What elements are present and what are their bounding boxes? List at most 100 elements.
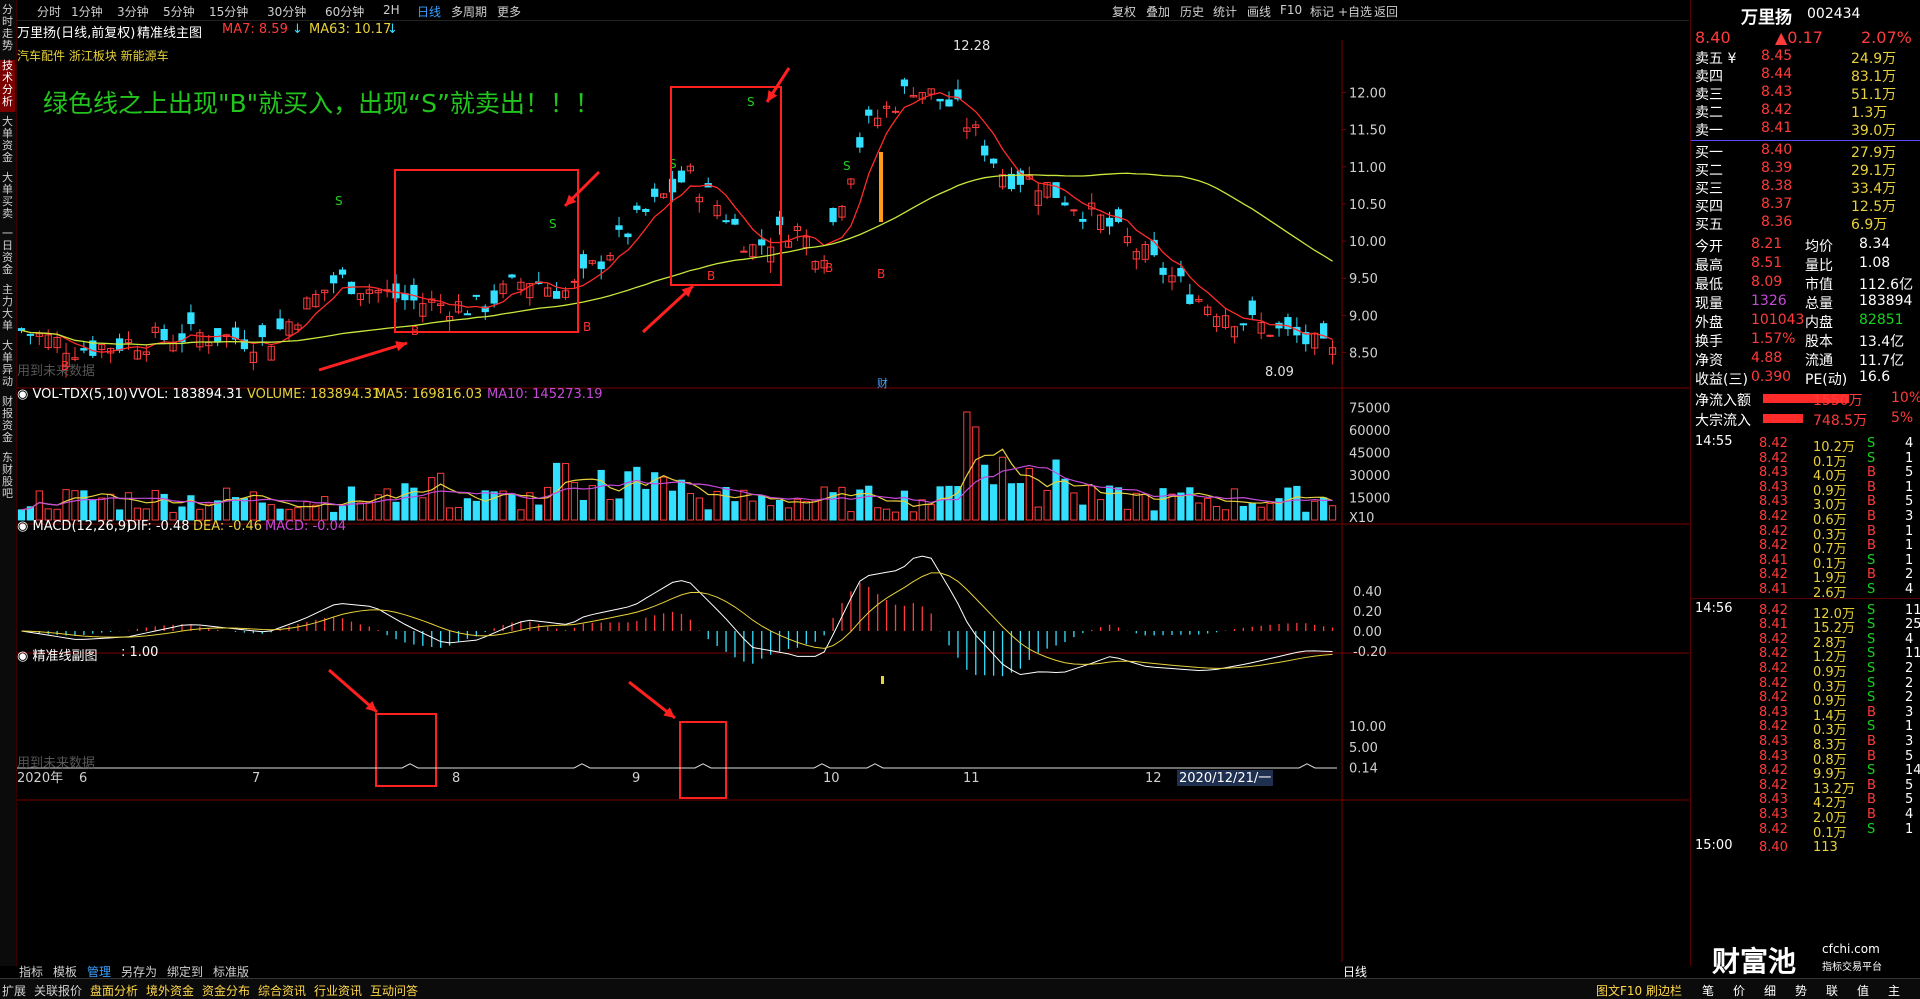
bottom-link-3[interactable]: 境外资金 xyxy=(146,982,194,999)
tool-3[interactable]: 统计 xyxy=(1213,3,1237,20)
tick-price: 8.42 xyxy=(1759,602,1788,618)
sell-level-3: 卖二 8.42 1.3万 xyxy=(1695,102,1917,121)
left-tab-0[interactable]: 分时走势 xyxy=(0,4,15,56)
tick-side: B xyxy=(1867,479,1876,495)
quote-mini-tab-5[interactable]: 值 xyxy=(1857,982,1869,999)
price-high-label: 12.28 xyxy=(953,40,990,54)
quote-mini-tab-3[interactable]: 势 xyxy=(1795,982,1807,999)
period-7[interactable]: 2H xyxy=(383,3,400,17)
quote-mini-tab-0[interactable]: 笔 xyxy=(1702,982,1714,999)
stat-label-2: 均价 xyxy=(1805,239,1833,255)
tool-6[interactable]: 标记 xyxy=(1310,3,1334,20)
tick-side: S xyxy=(1867,690,1876,706)
volume-bar xyxy=(1177,492,1185,521)
sub-tick-1: 5.00 xyxy=(1349,741,1378,756)
volume-bar xyxy=(1284,487,1292,521)
period-2[interactable]: 3分钟 xyxy=(117,3,149,20)
volume-bar xyxy=(544,486,552,521)
main-indicator-label[interactable]: 精准线主图 xyxy=(137,22,202,41)
volume-title[interactable]: ◉ VOL-TDX(5,10) xyxy=(17,387,128,402)
bottom-link-4[interactable]: 资金分布 xyxy=(202,982,250,999)
sell-vol: 51.1万 xyxy=(1851,87,1897,103)
sub-indicator-title[interactable]: ◉ 精准线副图 xyxy=(17,645,97,664)
tick-price: 8.42 xyxy=(1759,523,1788,539)
bottom-link-2[interactable]: 盘面分析 xyxy=(90,982,138,999)
quote-mini-tab-2[interactable]: 细 xyxy=(1764,982,1776,999)
ma7-line xyxy=(21,92,1333,353)
tool-0[interactable]: 复权 xyxy=(1112,3,1136,20)
tool-4[interactable]: 画线 xyxy=(1247,3,1271,20)
sub-indicator-header: ◉ 精准线副图: 1.00 xyxy=(17,645,417,664)
candle-body xyxy=(392,283,400,299)
tick-side: S xyxy=(1867,436,1876,451)
vol-tick-1: 60000 xyxy=(1349,424,1390,439)
quote-mini-tab-6[interactable]: 主 xyxy=(1888,982,1900,999)
left-tab-5[interactable]: 主力大单 xyxy=(0,284,15,336)
price-tick-4: 10.00 xyxy=(1349,235,1386,250)
macd-title[interactable]: ◉ MACD(12,26,9) xyxy=(17,519,131,534)
volume-bar xyxy=(1168,493,1176,521)
ma63-arrow: ↓ xyxy=(387,22,398,37)
candle-body xyxy=(936,98,944,102)
macd-dea-label: DEA: -0.46 xyxy=(193,519,263,534)
tool-7[interactable]: +自选 xyxy=(1338,3,1372,20)
period-8[interactable]: 日线 xyxy=(417,3,441,20)
tick-side: B xyxy=(1867,704,1876,720)
stat-value-2: 183894 xyxy=(1859,293,1913,309)
period-0[interactable]: 分时 xyxy=(37,3,61,20)
buy-vol: 6.9万 xyxy=(1851,217,1888,233)
bottom-link-7[interactable]: 互动问答 xyxy=(370,982,418,999)
volume-bar xyxy=(1293,485,1301,521)
stat-label: 外盘 xyxy=(1695,315,1723,331)
stat-value: 8.09 xyxy=(1751,274,1783,290)
bottom-link-0[interactable]: 扩展 xyxy=(2,982,26,999)
left-tab-1[interactable]: 技术分析 xyxy=(0,60,15,112)
volume-bar xyxy=(428,477,436,521)
vol-tick-0: 75000 xyxy=(1349,402,1390,417)
volume-bar xyxy=(151,489,159,521)
sell-price: 8.45 xyxy=(1761,48,1793,64)
candle-body xyxy=(1052,182,1060,198)
volume-bar xyxy=(945,485,953,521)
bottom-link-5[interactable]: 综合资讯 xyxy=(258,982,306,999)
left-tab-4[interactable]: 一日资金 xyxy=(0,228,15,280)
tool-5[interactable]: F10 xyxy=(1280,3,1302,17)
tool-1[interactable]: 叠加 xyxy=(1146,3,1170,20)
left-tab-7[interactable]: 财报资金 xyxy=(0,396,15,448)
period-5[interactable]: 30分钟 xyxy=(267,3,306,20)
stat-row-0: 今开 8.21 均价 8.34 xyxy=(1695,236,1917,255)
stat-value: 4.88 xyxy=(1751,350,1783,366)
tick-side: B xyxy=(1867,807,1876,822)
chart-area[interactable]: 12.00 11.50 11.00 10.50 10.00 9.50 9.00 8.50 12.… xyxy=(17,40,1689,962)
tool-2[interactable]: 历史 xyxy=(1180,3,1204,20)
tick-price: 8.42 xyxy=(1759,538,1788,554)
period-9[interactable]: 多周期 xyxy=(451,3,487,20)
sidebar-toggle[interactable]: 图文F10 刷边栏 xyxy=(1596,982,1682,999)
stat-label: 净资 xyxy=(1695,353,1723,369)
left-tab-3[interactable]: 大单买卖 xyxy=(0,172,15,224)
volume-bar xyxy=(356,502,364,521)
candle-body xyxy=(731,218,739,225)
candle-body xyxy=(17,328,26,331)
sell-vol: 83.1万 xyxy=(1851,69,1897,85)
quote-mini-tab-4[interactable]: 联 xyxy=(1826,982,1838,999)
brand-logo: 财富池 cfchi.com 指标交易平台 xyxy=(1712,940,1912,978)
period-1[interactable]: 1分钟 xyxy=(71,3,103,20)
period-10[interactable]: 更多 xyxy=(497,3,521,20)
period-3[interactable]: 5分钟 xyxy=(163,3,195,20)
period-6[interactable]: 60分钟 xyxy=(325,3,364,20)
left-tab-6[interactable]: 大单异动 xyxy=(0,340,15,392)
left-tab-2[interactable]: 大单资金 xyxy=(0,116,15,168)
quote-mini-tab-1[interactable]: 价 xyxy=(1733,982,1745,999)
volume-bar xyxy=(410,487,418,521)
period-4[interactable]: 15分钟 xyxy=(209,3,248,20)
tool-8[interactable]: 返回 xyxy=(1374,3,1398,20)
candle-body xyxy=(981,145,989,156)
buy-signal: B xyxy=(877,267,885,281)
candle-body xyxy=(1114,209,1123,222)
bottom-link-6[interactable]: 行业资讯 xyxy=(314,982,362,999)
bottom-link-1[interactable]: 关联报价 xyxy=(34,982,82,999)
stat-row-2: 最低 8.09 市值 112.6亿 xyxy=(1695,274,1917,293)
left-tab-8[interactable]: 东财股吧 xyxy=(0,452,15,504)
tick-price: 8.42 xyxy=(1759,509,1788,524)
